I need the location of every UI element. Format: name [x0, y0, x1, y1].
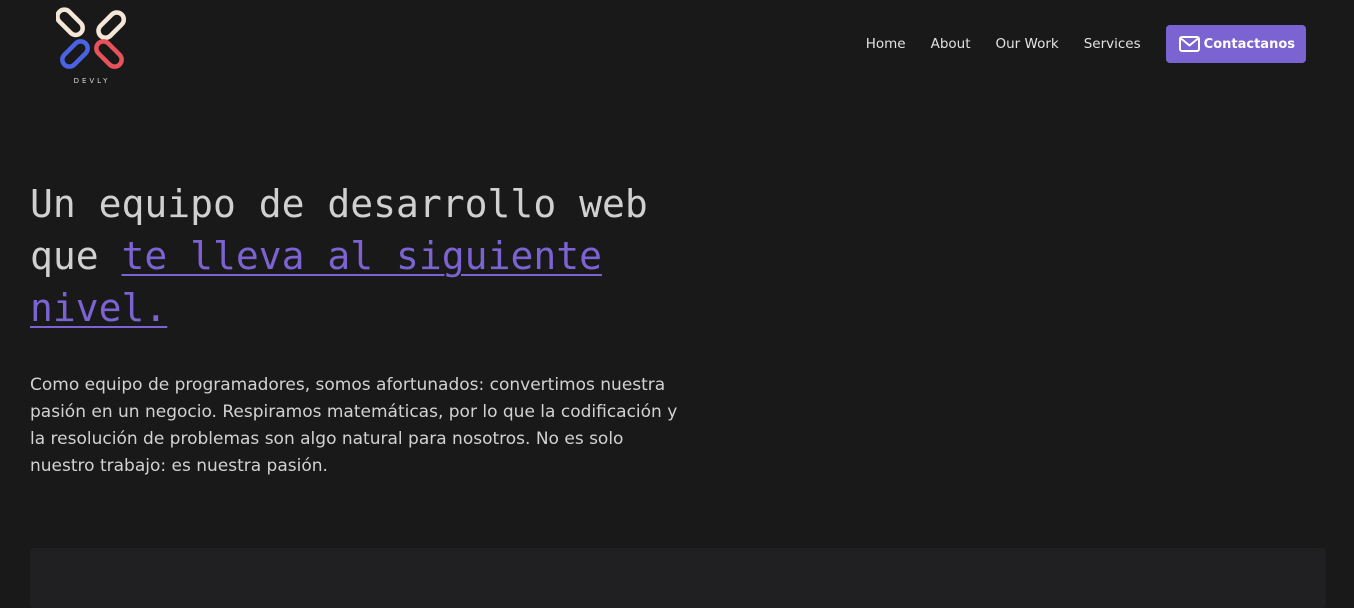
brand-logo[interactable]: DEVLY [56, 6, 128, 88]
logo-mark-icon [56, 7, 127, 69]
hero-title: Un equipo de desarrollo web que te lleva… [30, 178, 670, 334]
contact-button[interactable]: Contactanos [1165, 25, 1306, 63]
content-panel [30, 548, 1326, 608]
hero-description: Como equipo de programadores, somos afor… [30, 375, 678, 476]
nav-link-our-work[interactable]: Our Work [996, 36, 1059, 52]
main-nav: Home About Our Work Services Contactanos [866, 25, 1306, 63]
contact-button-label: Contactanos [1203, 36, 1295, 52]
nav-link-about[interactable]: About [931, 36, 971, 52]
mail-icon [1178, 36, 1200, 52]
nav-link-home[interactable]: Home [866, 36, 906, 52]
nav-link-services[interactable]: Services [1084, 36, 1141, 52]
site-header: DEVLY Home About Our Work Services Conta… [0, 0, 1354, 90]
brand-name: DEVLY [73, 77, 111, 85]
